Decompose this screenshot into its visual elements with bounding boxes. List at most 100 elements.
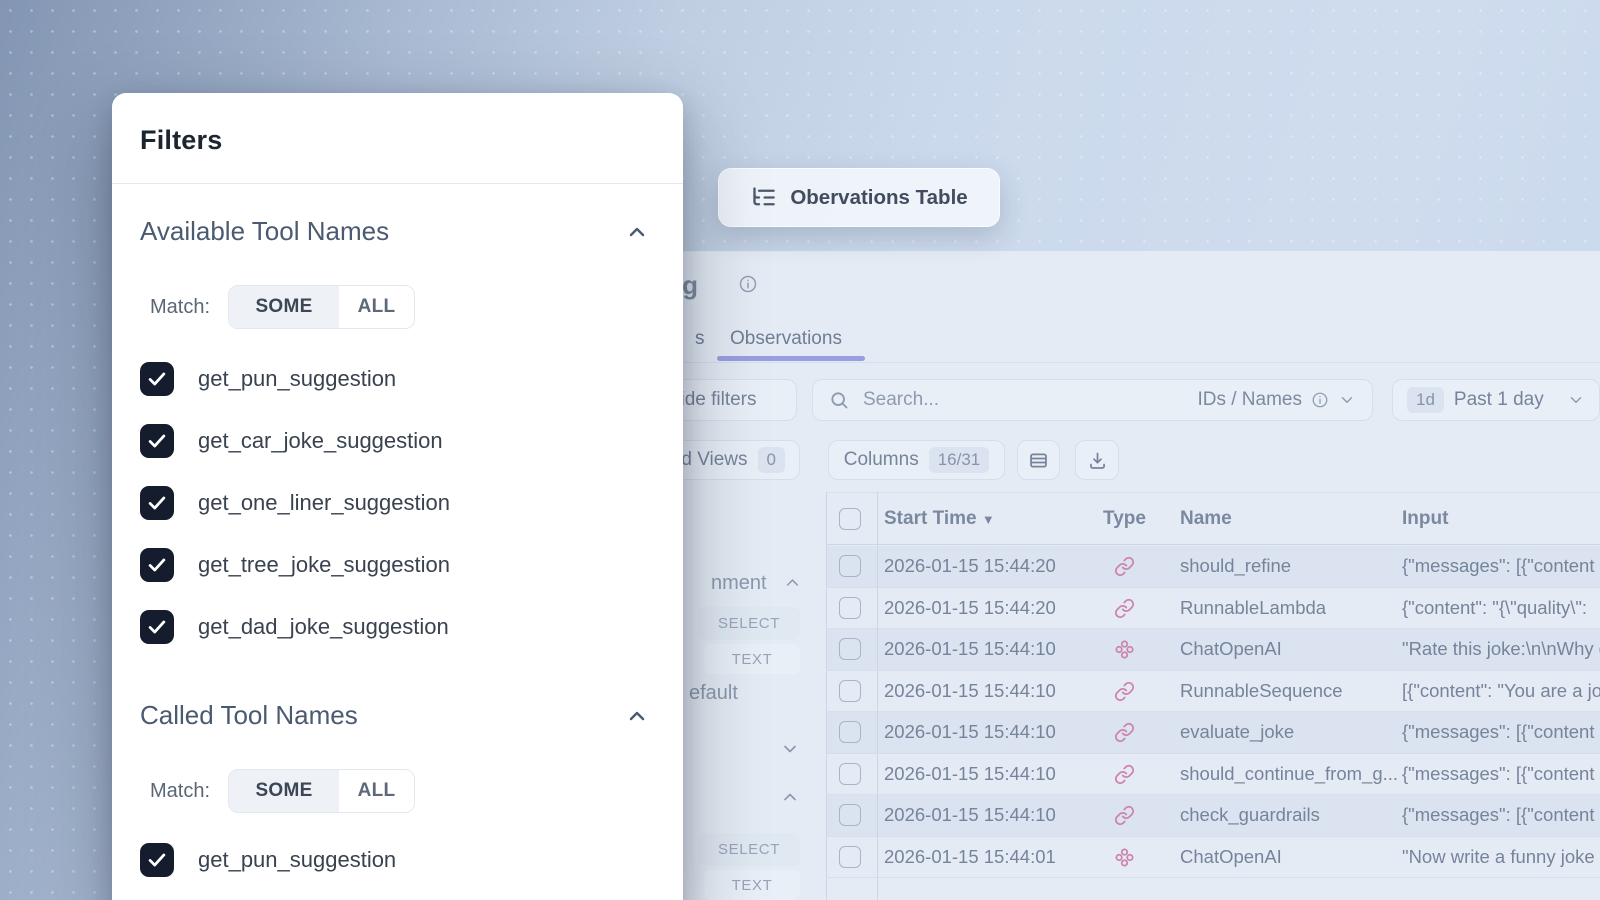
hide-filters-label: ide filters <box>680 389 756 411</box>
checked-checkbox[interactable] <box>140 843 174 877</box>
export-button[interactable] <box>1075 440 1119 480</box>
info-icon[interactable] <box>738 274 758 294</box>
filters-modal-title: Filters <box>140 125 655 156</box>
tool-option-label: get_dad_joke_suggestion <box>198 614 449 640</box>
cell-start-time: 2026-01-15 15:44:01 <box>884 846 1056 868</box>
observations-table: Start Time ▼ Type Name Input 2026-01-15 … <box>826 492 1600 900</box>
checked-checkbox[interactable] <box>140 486 174 520</box>
search-input-container: IDs / Names <box>812 379 1373 421</box>
chevron-up-icon[interactable] <box>783 573 802 592</box>
time-range-label: Past 1 day <box>1454 389 1544 411</box>
sidebar-fragment-text-toggle[interactable]: TEXT <box>704 870 800 900</box>
tool-option-label: get_car_joke_suggestion <box>198 428 443 454</box>
row-checkbox[interactable] <box>839 846 861 868</box>
table-row[interactable]: 2026-01-15 15:44:10 check_guardrails {"m… <box>826 795 1600 837</box>
observation-type-icon <box>1114 639 1135 660</box>
tool-option[interactable]: get_pun_suggestion <box>140 843 655 877</box>
tool-option[interactable]: get_dad_joke_suggestion <box>140 610 655 644</box>
cell-start-time: 2026-01-15 15:44:10 <box>884 680 1056 702</box>
search-scope-label: IDs / Names <box>1197 389 1302 411</box>
match-option-all[interactable]: ALL <box>339 286 414 328</box>
tooltip-label: Obervations Table <box>790 186 967 210</box>
cell-input: "Now write a funny joke <box>1402 846 1595 868</box>
tool-option[interactable]: get_one_liner_suggestion <box>140 486 655 520</box>
section-header-called-tool-names[interactable]: Called Tool Names <box>140 700 655 731</box>
cell-name: should_continue_from_g... <box>1180 763 1398 785</box>
cell-input: {"messages": [{"content <box>1402 555 1594 577</box>
table-row[interactable]: 2026-01-15 15:44:10 RunnableSequence [{"… <box>826 671 1600 713</box>
table-row[interactable]: 2026-01-15 15:44:20 RunnableLambda {"con… <box>826 588 1600 630</box>
checked-checkbox[interactable] <box>140 362 174 396</box>
checked-checkbox[interactable] <box>140 548 174 582</box>
cell-name: check_guardrails <box>1180 804 1320 826</box>
match-row: Match: SOME ALL <box>140 285 655 329</box>
modal-divider <box>112 183 683 184</box>
section-title: Available Tool Names <box>140 216 389 247</box>
screen: ng s Observations ide filters IDs / Name… <box>0 0 1600 900</box>
match-option-some[interactable]: SOME <box>229 286 339 328</box>
search-scope-dropdown[interactable]: IDs / Names <box>1197 389 1356 411</box>
column-header-name[interactable]: Name <box>1180 508 1232 530</box>
row-checkbox[interactable] <box>839 597 861 619</box>
chevron-up-icon[interactable] <box>780 787 800 807</box>
cell-input: {"messages": [{"content <box>1402 721 1594 743</box>
tab-partial[interactable]: s <box>695 328 705 350</box>
match-option-all[interactable]: ALL <box>339 770 414 812</box>
row-checkbox[interactable] <box>839 638 861 660</box>
observation-type-icon <box>1114 847 1135 868</box>
observations-table-tooltip: Obervations Table <box>718 168 1000 227</box>
row-checkbox[interactable] <box>839 680 861 702</box>
search-icon <box>829 390 849 410</box>
column-header-input[interactable]: Input <box>1402 508 1448 530</box>
section-header-available-tool-names[interactable]: Available Tool Names <box>140 216 655 247</box>
search-input[interactable] <box>863 389 1103 411</box>
tool-options-list: get_pun_suggestion get_car_joke_suggesti… <box>140 362 655 644</box>
sidebar-fragment-environment: nment <box>711 572 767 595</box>
list-tree-icon <box>750 184 777 211</box>
chevron-up-icon[interactable] <box>625 704 649 728</box>
columns-count-badge: 16/31 <box>929 447 990 473</box>
table-row[interactable]: 2026-01-15 15:44:10 should_continue_from… <box>826 754 1600 796</box>
row-height-icon <box>1028 450 1049 471</box>
select-all-checkbox[interactable] <box>839 508 861 530</box>
cell-input: "Rate this joke:\n\nWhy d <box>1402 638 1600 660</box>
observation-type-icon <box>1114 764 1135 785</box>
row-checkbox[interactable] <box>839 763 861 785</box>
column-header-start-time[interactable]: Start Time ▼ <box>884 508 995 530</box>
active-tab-underline <box>717 356 865 361</box>
row-height-button[interactable] <box>1017 440 1060 480</box>
observation-type-icon <box>1114 722 1135 743</box>
observation-type-icon <box>1114 681 1135 702</box>
table-row[interactable]: 2026-01-15 15:44:10 evaluate_joke {"mess… <box>826 712 1600 754</box>
chevron-up-icon[interactable] <box>625 220 649 244</box>
checked-checkbox[interactable] <box>140 424 174 458</box>
row-checkbox[interactable] <box>839 721 861 743</box>
cell-input: [{"content": "You are a jo <box>1402 680 1600 702</box>
cell-start-time: 2026-01-15 15:44:10 <box>884 638 1056 660</box>
table-row[interactable]: 2026-01-15 15:44:01 ChatOpenAI "Now writ… <box>826 837 1600 879</box>
cell-name: ChatOpenAI <box>1180 846 1282 868</box>
columns-button[interactable]: Columns 16/31 <box>828 440 1005 480</box>
cell-start-time: 2026-01-15 15:44:10 <box>884 804 1056 826</box>
tool-option[interactable]: get_car_joke_suggestion <box>140 424 655 458</box>
sidebar-fragment-select-toggle[interactable]: SELECT <box>698 607 800 640</box>
info-icon[interactable] <box>1311 391 1329 409</box>
sidebar-fragment-select-toggle[interactable]: SELECT <box>698 833 800 866</box>
download-icon <box>1087 450 1108 471</box>
checked-checkbox[interactable] <box>140 610 174 644</box>
time-range-button[interactable]: 1d Past 1 day <box>1392 379 1600 421</box>
table-row[interactable]: 2026-01-15 15:44:10 ChatOpenAI "Rate thi… <box>826 629 1600 671</box>
sidebar-fragment-text-toggle[interactable]: TEXT <box>704 644 800 674</box>
match-option-some[interactable]: SOME <box>229 770 339 812</box>
column-header-type[interactable]: Type <box>1103 508 1146 530</box>
row-checkbox[interactable] <box>839 555 861 577</box>
tab-observations[interactable]: Observations <box>730 328 842 350</box>
row-checkbox[interactable] <box>839 804 861 826</box>
columns-label: Columns <box>844 449 919 471</box>
table-row[interactable]: 2026-01-15 15:44:20 should_refine {"mess… <box>826 546 1600 588</box>
cell-start-time: 2026-01-15 15:44:10 <box>884 763 1056 785</box>
chevron-down-icon[interactable] <box>780 739 800 759</box>
tool-option[interactable]: get_pun_suggestion <box>140 362 655 396</box>
tool-option[interactable]: get_tree_joke_suggestion <box>140 548 655 582</box>
cell-start-time: 2026-01-15 15:44:20 <box>884 597 1056 619</box>
